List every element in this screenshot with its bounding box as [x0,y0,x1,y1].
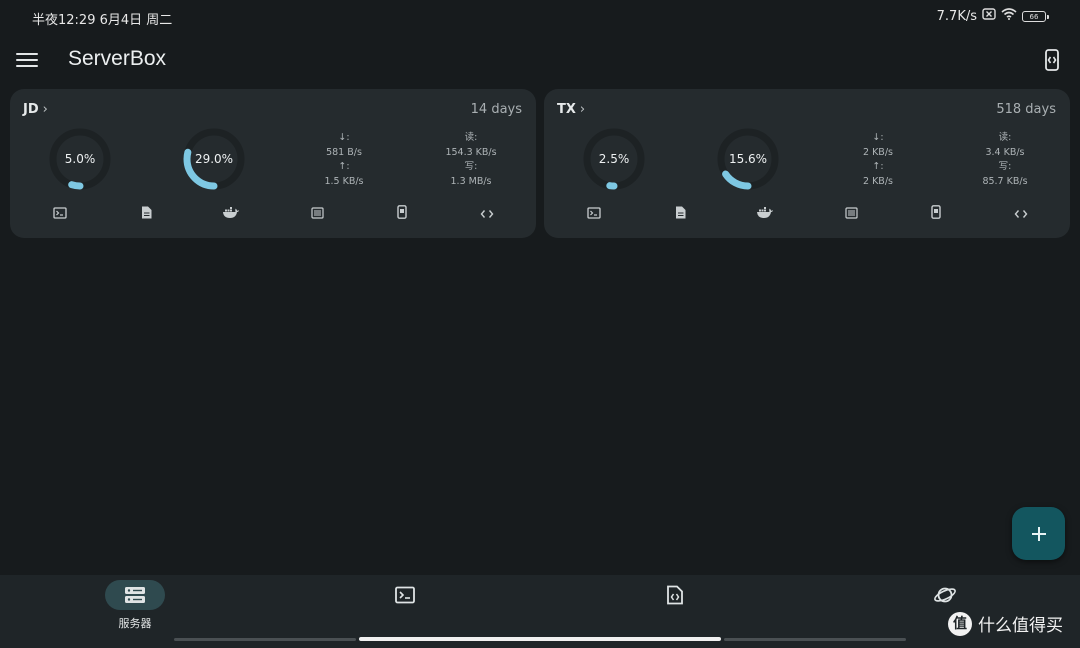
net-down-value: 581 B/s [326,146,362,158]
server-name-text: TX [557,102,576,117]
docker-icon [222,204,240,223]
wifi-icon [1001,8,1017,24]
file-icon [675,204,686,223]
file-icon [141,204,152,223]
disk-write-label: 写: [464,161,478,172]
nav-item-snippet[interactable] [625,575,725,635]
cpu-gauge: 5.0% [47,126,113,192]
server-card[interactable]: JD › 14 days 5.0% 29.0% ↓: 581 B/s ↑: 1.… [10,89,536,238]
chevron-right-icon: › [579,102,586,117]
card-actions [10,203,536,223]
server-name-text: JD [23,102,39,117]
menu-button[interactable] [16,50,38,70]
server-name[interactable]: TX › [557,102,585,117]
net-speed-stat: ↓: 581 B/s ↑: 1.5 KB/s [304,131,384,189]
card-code-button[interactable] [1011,203,1031,223]
code-file-icon [667,585,683,605]
disk-read-label: 读: [998,132,1012,143]
nav-item-server[interactable]: 服务器 [85,575,185,635]
terminal-icon [395,586,415,604]
nav-label-server: 服务器 [118,617,152,630]
app-title: ServerBox [68,47,167,70]
net-up-label: ↑: [338,161,350,172]
terminal-icon [53,204,67,223]
chevron-right-icon: › [42,102,48,117]
cpu-gauge-value: 2.5% [598,152,630,166]
net-up-value: 1.5 KB/s [324,175,364,187]
add-server-button[interactable] [1012,507,1065,560]
server-uptime: 518 days [996,102,1056,117]
disk-read-value: 3.4 KB/s [985,146,1025,158]
card-docker-button[interactable] [221,203,241,223]
mem-gauge-value: 15.6% [728,152,768,166]
terminal-icon [587,204,601,223]
server-uptime: 14 days [470,102,522,117]
code-icon [480,204,494,223]
card-terminal-button[interactable] [584,203,604,223]
process-list-icon [844,204,858,223]
docker-icon [756,204,774,223]
status-right: 7.7K/s 66 [936,8,1049,24]
net-down-value: 2 KB/s [863,146,893,158]
card-terminal-button[interactable] [50,203,70,223]
card-code-button[interactable] [477,203,497,223]
disk-io-stat: 读: 3.4 KB/s 写: 85.7 KB/s [965,131,1045,189]
cpu-gauge: 2.5% [581,126,647,192]
battery-icon: 66 [1022,10,1049,22]
server-card[interactable]: TX › 518 days 2.5% 15.6% ↓: 2 KB/s ↑: 2 … [544,89,1070,238]
net-down-label: ↓: [338,132,350,143]
disk-read-value: 154.3 KB/s [445,146,497,158]
card-actions [544,203,1070,223]
card-device-button[interactable] [926,203,946,223]
nav-pill-active [105,580,165,610]
disk-write-value: 1.3 MB/s [450,175,492,187]
device-icon [397,204,407,223]
disk-write-value: 85.7 KB/s [982,175,1028,187]
mem-gauge: 15.6% [715,126,781,192]
card-file-button[interactable] [136,203,156,223]
status-time-date: 半夜12:29 6月4日 周二 [32,13,173,28]
mem-gauge: 29.0% [181,126,247,192]
gesture-bar[interactable] [359,637,721,641]
card-device-button[interactable] [392,203,412,223]
server-icon [125,587,145,603]
device-icon [931,204,941,223]
card-file-button[interactable] [670,203,690,223]
code-icon [1014,204,1028,223]
disk-io-stat: 读: 154.3 KB/s 写: 1.3 MB/s [431,131,511,189]
mem-gauge-value: 29.0% [194,152,234,166]
cpu-gauge-value: 5.0% [64,152,96,166]
net-down-label: ↓: [872,132,884,143]
net-speed: 7.7K/s [936,8,977,24]
card-process-list-button[interactable] [841,203,861,223]
card-docker-button[interactable] [755,203,775,223]
watermark: 值 什么值得买 [948,611,1063,636]
net-up-label: ↑: [872,161,884,172]
phone-code-icon[interactable] [1040,48,1064,72]
page-indicator-left [174,638,356,641]
watermark-text: 什么值得买 [978,616,1063,636]
net-speed-stat: ↓: 2 KB/s ↑: 2 KB/s [838,131,918,189]
planet-icon [934,587,956,603]
nav-item-terminal[interactable] [355,575,455,635]
page-indicator-right [724,638,906,641]
server-name[interactable]: JD › [23,102,48,117]
app-bar: ServerBox [0,38,1080,82]
card-process-list-button[interactable] [307,203,327,223]
disk-write-label: 写: [998,161,1012,172]
plus-icon [1031,526,1046,541]
process-list-icon [310,204,324,223]
watermark-logo: 值 [948,611,972,636]
status-bar: 半夜12:29 6月4日 周二 7.7K/s 66 [0,0,1080,34]
net-up-value: 2 KB/s [863,175,893,187]
no-sim-icon [982,8,996,24]
disk-read-label: 读: [464,132,478,143]
